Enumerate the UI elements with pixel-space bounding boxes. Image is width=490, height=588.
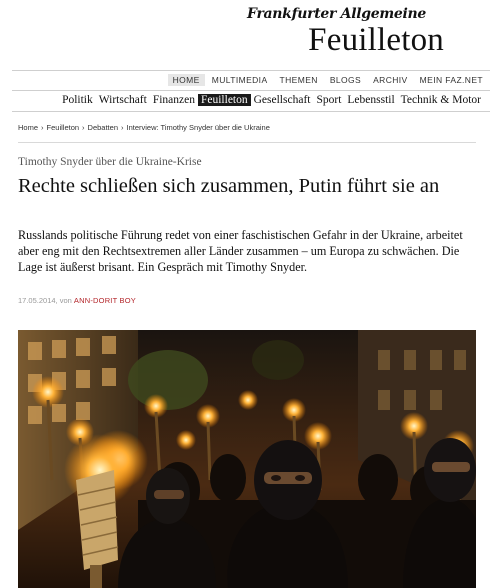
section-item-finanzen[interactable]: Finanzen bbox=[150, 94, 198, 106]
breadcrumb-separator: › bbox=[121, 123, 124, 132]
section-navigation: Politik Wirtschaft Finanzen Feuilleton G… bbox=[12, 90, 490, 112]
section-item-technik-motor[interactable]: Technik & Motor bbox=[398, 94, 484, 106]
article-teaser: Russlands politische Führung redet von e… bbox=[18, 228, 463, 274]
section-item-sport[interactable]: Sport bbox=[313, 94, 344, 106]
section-item-gesellschaft[interactable]: Gesellschaft bbox=[251, 94, 314, 106]
section-item-wirtschaft[interactable]: Wirtschaft bbox=[96, 94, 150, 106]
article-date: 17.05.2014 bbox=[18, 296, 56, 305]
breadcrumb-separator: › bbox=[41, 123, 44, 132]
topnav-item-blogs[interactable]: BLOGS bbox=[325, 74, 366, 86]
article-kicker: Timothy Snyder über die Ukraine-Krise bbox=[18, 156, 202, 168]
topnav-item-home[interactable]: HOME bbox=[167, 74, 205, 86]
topnav-item-mein-faz[interactable]: MEIN FAZ.NET bbox=[415, 74, 488, 86]
divider bbox=[18, 142, 476, 143]
topnav-item-multimedia[interactable]: MULTIMEDIA bbox=[207, 74, 273, 86]
topnav-item-archiv[interactable]: ARCHIV bbox=[368, 74, 413, 86]
breadcrumb-item-home[interactable]: Home bbox=[18, 123, 38, 132]
top-navigation: HOME MULTIMEDIA THEMEN BLOGS ARCHIV MEIN… bbox=[12, 70, 490, 90]
article-byline: 17.05.2014, von ANN-DORIT BOY bbox=[18, 296, 136, 305]
breadcrumb-separator: › bbox=[82, 123, 85, 132]
torch-march-illustration bbox=[18, 330, 476, 588]
section-item-lebensstil[interactable]: Lebensstil bbox=[344, 94, 397, 106]
section-item-feuilleton[interactable]: Feuilleton bbox=[197, 94, 251, 106]
article-photo[interactable] bbox=[18, 330, 476, 588]
section-title[interactable]: Feuilleton bbox=[308, 22, 444, 59]
byline-prefix: von bbox=[59, 296, 72, 305]
masthead: Frankfurter Allgemeine Feuilleton bbox=[0, 0, 490, 68]
newspaper-logo[interactable]: Frankfurter Allgemeine bbox=[247, 6, 426, 22]
breadcrumb: Home › Feuilleton › Debatten › Interview: Timo… bbox=[18, 123, 270, 132]
topnav-item-themen[interactable]: THEMEN bbox=[275, 74, 323, 86]
breadcrumb-item-current: Interview: Timothy Snyder über die Ukrai… bbox=[126, 123, 270, 132]
article-headline: Rechte schließen sich zusammen, Putin fü… bbox=[18, 175, 440, 197]
breadcrumb-item-debatten[interactable]: Debatten bbox=[88, 123, 118, 132]
author-link[interactable]: ANN-DORIT BOY bbox=[74, 296, 136, 305]
breadcrumb-item-feuilleton[interactable]: Feuilleton bbox=[47, 123, 80, 132]
section-item-politik[interactable]: Politik bbox=[59, 94, 96, 106]
